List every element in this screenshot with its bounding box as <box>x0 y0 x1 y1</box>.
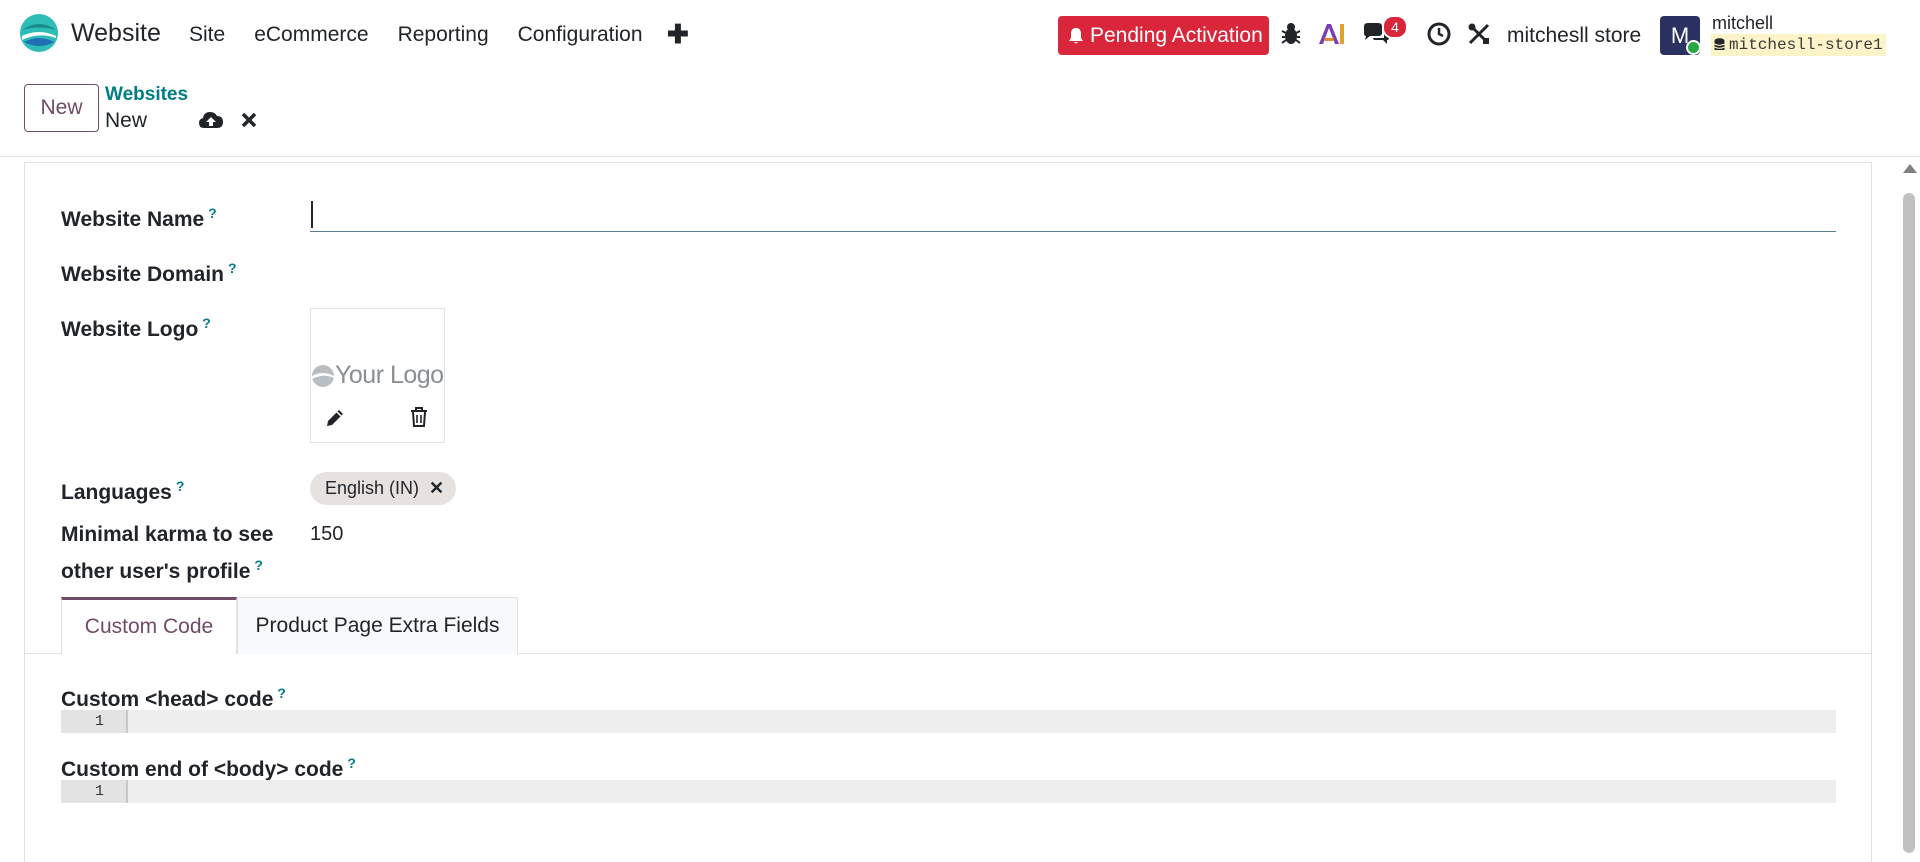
help-tooltip-icon[interactable]: ? <box>228 260 237 276</box>
user-name[interactable]: mitchell <box>1712 13 1773 34</box>
language-tag-label: English (IN) <box>325 478 420 498</box>
karma-label: Minimal karma to see other user's profil… <box>61 523 274 583</box>
tab-custom-code[interactable]: Custom Code <box>61 597 237 654</box>
logo-placeholder-text: Your Logo <box>335 361 444 389</box>
help-tooltip-icon[interactable]: ? <box>254 557 263 573</box>
pending-activation-button[interactable]: Pending Activation <box>1058 16 1269 55</box>
text-caret <box>311 201 313 228</box>
help-tooltip-icon[interactable]: ? <box>176 478 185 494</box>
languages-label: Languages? <box>61 478 185 504</box>
custom-body-code-editor[interactable]: 1 <box>61 780 1836 803</box>
bug-icon[interactable] <box>1280 22 1302 46</box>
database-icon <box>1714 38 1725 50</box>
language-tag: English (IN) ✕ <box>310 472 457 505</box>
tab-product-page-extra-fields[interactable]: Product Page Extra Fields <box>237 597 518 654</box>
website-domain-label: Website Domain? <box>61 260 237 286</box>
cloud-upload-icon[interactable] <box>199 111 223 129</box>
help-tooltip-icon[interactable]: ? <box>277 685 286 701</box>
control-panel <box>0 72 1920 157</box>
clock-icon[interactable] <box>1427 22 1451 46</box>
scrollbar-thumb[interactable] <box>1903 193 1915 853</box>
line-number: 1 <box>61 710 126 733</box>
database-badge: mitchesll-store1 <box>1711 34 1886 56</box>
app-name: Website <box>71 18 161 47</box>
menu-item-reporting[interactable]: Reporting <box>398 23 489 47</box>
breadcrumb-current: New <box>105 109 148 132</box>
remove-tag-icon[interactable]: ✕ <box>429 478 444 499</box>
add-plus-icon[interactable]: ✚ <box>667 19 689 50</box>
gutter-divider <box>126 780 128 803</box>
online-status-dot <box>1686 40 1701 55</box>
new-button[interactable]: New <box>24 84 99 132</box>
help-tooltip-icon[interactable]: ? <box>347 755 356 771</box>
karma-value[interactable]: 150 <box>310 523 343 546</box>
breadcrumb-websites[interactable]: Websites <box>105 84 188 106</box>
messages-count-badge: 4 <box>1382 15 1408 39</box>
logo-placeholder-image: Your Logo <box>311 361 444 390</box>
ai-icon[interactable] <box>1318 22 1346 46</box>
line-number: 1 <box>61 780 126 803</box>
help-tooltip-icon[interactable]: ? <box>208 205 217 221</box>
website-app-icon <box>20 14 58 52</box>
app-brand[interactable]: Website <box>20 14 161 52</box>
main-menu: Site eCommerce Reporting Configuration <box>189 23 672 47</box>
pending-activation-label: Pending Activation <box>1090 23 1263 47</box>
logo-mark-icon <box>312 364 334 387</box>
discard-close-icon[interactable] <box>241 112 257 128</box>
help-tooltip-icon[interactable]: ? <box>202 315 211 331</box>
scroll-up-arrow-icon[interactable] <box>1903 164 1917 173</box>
top-navbar: Website Site eCommerce Reporting Configu… <box>0 0 1920 72</box>
custom-head-code-editor[interactable]: 1 <box>61 710 1836 733</box>
bell-icon <box>1069 27 1083 43</box>
company-switcher[interactable]: mitchesll store <box>1507 24 1641 48</box>
website-name-input[interactable] <box>310 196 1836 232</box>
database-name: mitchesll-store1 <box>1729 36 1883 54</box>
gutter-divider <box>126 710 128 733</box>
pencil-edit-icon[interactable] <box>325 408 345 428</box>
tools-icon[interactable] <box>1467 22 1491 46</box>
menu-item-site[interactable]: Site <box>189 23 225 47</box>
website-name-label: Website Name? <box>61 205 217 231</box>
menu-item-ecommerce[interactable]: eCommerce <box>254 23 368 47</box>
website-logo-label: Website Logo? <box>61 315 211 341</box>
menu-item-configuration[interactable]: Configuration <box>518 23 643 47</box>
trash-delete-icon[interactable] <box>410 407 428 427</box>
